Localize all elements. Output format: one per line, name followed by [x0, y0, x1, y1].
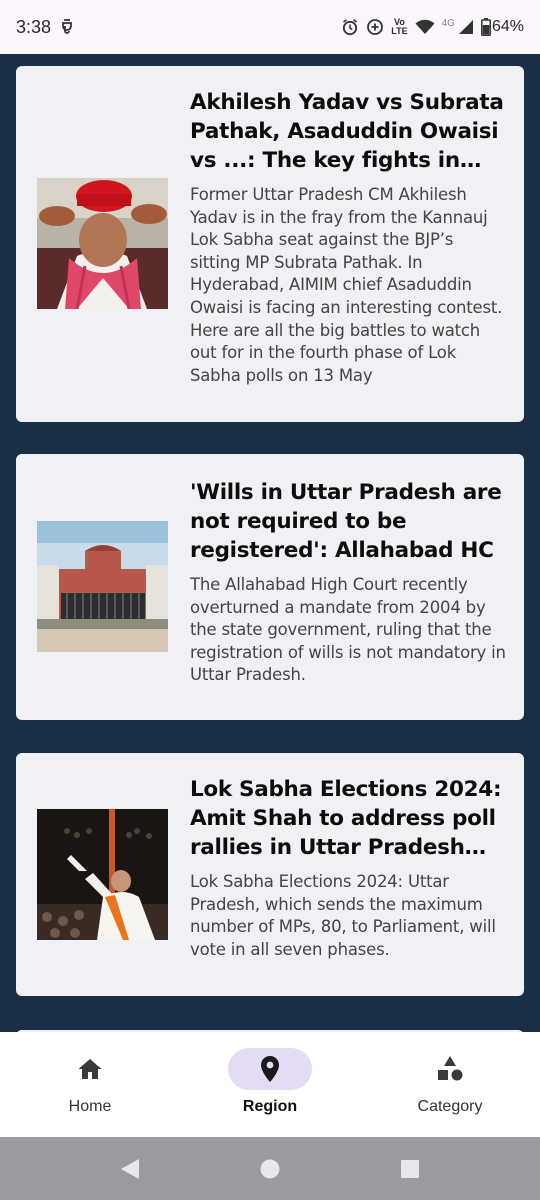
status-bar: 3:38 Vo LTE 4G 64% — [0, 0, 540, 54]
data-saver-icon — [366, 18, 384, 36]
article-thumbnail — [37, 178, 168, 309]
article-card[interactable]: 'Wills in Uttar Pradesh are not required… — [16, 454, 524, 720]
article-thumbnail — [37, 809, 168, 940]
back-triangle-icon — [121, 1158, 139, 1179]
notification-app-icon — [59, 18, 75, 36]
network-type: 4G — [441, 17, 455, 29]
article-title[interactable]: 'Wills in Uttar Pradesh are not required… — [190, 478, 508, 565]
battery-percent: 64% — [491, 18, 524, 35]
system-home-button[interactable] — [240, 1139, 300, 1199]
category-shapes-icon — [438, 1056, 463, 1081]
wifi-icon — [415, 19, 435, 35]
article-card[interactable]: Akhilesh Yadav vs Subrata Pathak, Asadud… — [16, 66, 524, 422]
article-thumbnail — [37, 521, 168, 652]
status-left: 3:38 — [16, 17, 75, 38]
location-pin-icon — [261, 1056, 279, 1082]
nav-label-region: Region — [242, 1098, 298, 1115]
battery-icon — [481, 18, 491, 36]
recents-square-icon — [401, 1159, 419, 1178]
article-text: 'Wills in Uttar Pradesh are not required… — [190, 478, 508, 687]
article-title[interactable]: Akhilesh Yadav vs Subrata Pathak, Asadud… — [190, 88, 508, 175]
system-recents-button[interactable] — [380, 1139, 440, 1199]
volte-icon: Vo LTE — [391, 18, 407, 36]
news-feed[interactable]: Akhilesh Yadav vs Subrata Pathak, Asadud… — [0, 54, 540, 1032]
article-title[interactable]: Lok Sabha Elections 2024: Amit Shah to a… — [190, 775, 508, 862]
nav-icon-container — [408, 1048, 492, 1090]
article-card[interactable]: Lok Sabha Elections 2024: Amit Shah to a… — [16, 753, 524, 996]
nav-item-category[interactable]: Category — [360, 1032, 540, 1137]
status-time: 3:38 — [16, 16, 52, 37]
nav-item-region[interactable]: Region — [180, 1032, 360, 1137]
article-description: Former Uttar Pradesh CM Akhilesh Yadav i… — [190, 185, 503, 385]
bottom-navigation: Home Region Category — [0, 1032, 540, 1137]
nav-item-home[interactable]: Home — [0, 1032, 180, 1137]
volte-bottom: LTE — [391, 26, 408, 36]
article-text: Akhilesh Yadav vs Subrata Pathak, Asadud… — [190, 88, 508, 387]
nav-icon-container-active — [228, 1048, 312, 1090]
nav-icon-container — [48, 1048, 132, 1090]
home-circle-icon — [260, 1159, 280, 1178]
system-navigation-bar — [0, 1137, 540, 1200]
signal-icon — [458, 19, 474, 35]
home-icon — [78, 1059, 102, 1079]
system-back-button[interactable] — [100, 1139, 160, 1199]
nav-label-home: Home — [68, 1098, 112, 1115]
alarm-icon — [341, 18, 359, 36]
article-description: The Allahabad High Court recently overtu… — [190, 575, 506, 685]
nav-label-category: Category — [417, 1098, 483, 1115]
status-right: Vo LTE 4G 64% — [341, 18, 524, 36]
article-description: Lok Sabha Elections 2024: Uttar Pradesh,… — [190, 872, 496, 959]
article-text: Lok Sabha Elections 2024: Amit Shah to a… — [190, 775, 508, 961]
